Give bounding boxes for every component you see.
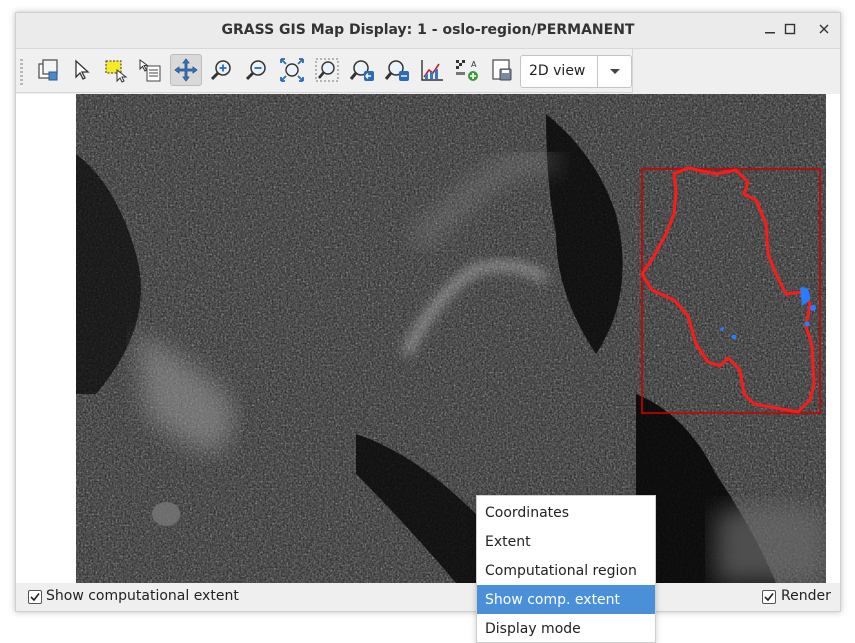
zoom-extent-tool[interactable] [276,54,308,86]
zoom-in-tool[interactable] [206,54,238,86]
selection-rectangle-icon [105,60,128,83]
menu-item-show-comp-extent[interactable]: Show comp. extent [477,585,655,614]
maximize-button[interactable] [780,21,800,41]
zoom-in-icon [210,60,231,81]
zoom-region-tool[interactable] [311,54,343,86]
zoom-options-icon [384,60,409,81]
save-display-icon [492,59,512,81]
view-mode-value: 2D view [529,63,586,79]
svg-text:A: A [471,60,477,69]
render-label[interactable]: Render [781,588,831,604]
save-image-tool[interactable] [486,54,518,86]
menu-item-coordinates[interactable]: Coordinates [477,498,655,527]
zoom-extent-icon [280,58,304,82]
zoom-region-icon [315,58,339,82]
map-canvas[interactable] [76,94,826,583]
raster-map [76,94,826,583]
pan-arrows-icon [174,58,198,82]
window-title: GRASS GIS Map Display: 1 - oslo-region/P… [221,22,635,38]
query-info-icon [139,59,161,82]
status-bar: Show computational extent Render [16,585,840,611]
query-tool[interactable] [134,54,166,86]
checkmark-icon [30,593,40,602]
pan-tool[interactable] [170,54,202,86]
select-tool[interactable] [100,54,132,86]
zoom-back-tool[interactable] [346,54,378,86]
zoom-menu-tool[interactable] [381,54,413,86]
chart-analyze-icon [421,60,443,81]
map-display-window: GRASS GIS Map Display: 1 - oslo-region/P… [15,12,841,612]
zoom-back-icon [349,60,374,81]
minimize-button[interactable] [760,21,780,41]
show-extent-label[interactable]: Show computational extent [46,588,239,604]
pointer-tool[interactable] [66,54,98,86]
view-mode-select[interactable]: 2D view [520,55,632,88]
close-icon [819,24,829,34]
menu-item-extent[interactable]: Extent [477,527,655,556]
render-map-tool[interactable] [32,54,64,86]
menu-item-display-mode[interactable]: Display mode [477,614,655,643]
statusbar-mode-menu: Coordinates Extent Computational region … [476,495,656,643]
zoom-out-icon [245,60,266,81]
legend-overlay-icon: A [456,60,478,81]
map-toolbar: A 2D view [16,49,633,93]
toolbar-grip[interactable] [20,59,23,85]
pointer-icon [75,59,90,80]
overlay-tool[interactable]: A [451,54,483,86]
view-mode-dropdown-button[interactable] [597,56,632,87]
zoom-out-tool[interactable] [241,54,273,86]
close-button[interactable] [814,21,834,41]
minimize-icon [765,32,775,34]
analyze-tool[interactable] [416,54,448,86]
map-canvas-frame [16,94,840,583]
chevron-down-icon [610,68,620,74]
show-extent-checkbox[interactable] [28,590,42,604]
title-bar: GRASS GIS Map Display: 1 - oslo-region/P… [16,13,840,49]
menu-item-computational-region[interactable]: Computational region [477,556,655,585]
layers-render-icon [38,59,58,81]
maximize-icon [784,23,796,35]
render-checkbox[interactable] [762,590,776,604]
checkmark-icon [764,593,774,602]
